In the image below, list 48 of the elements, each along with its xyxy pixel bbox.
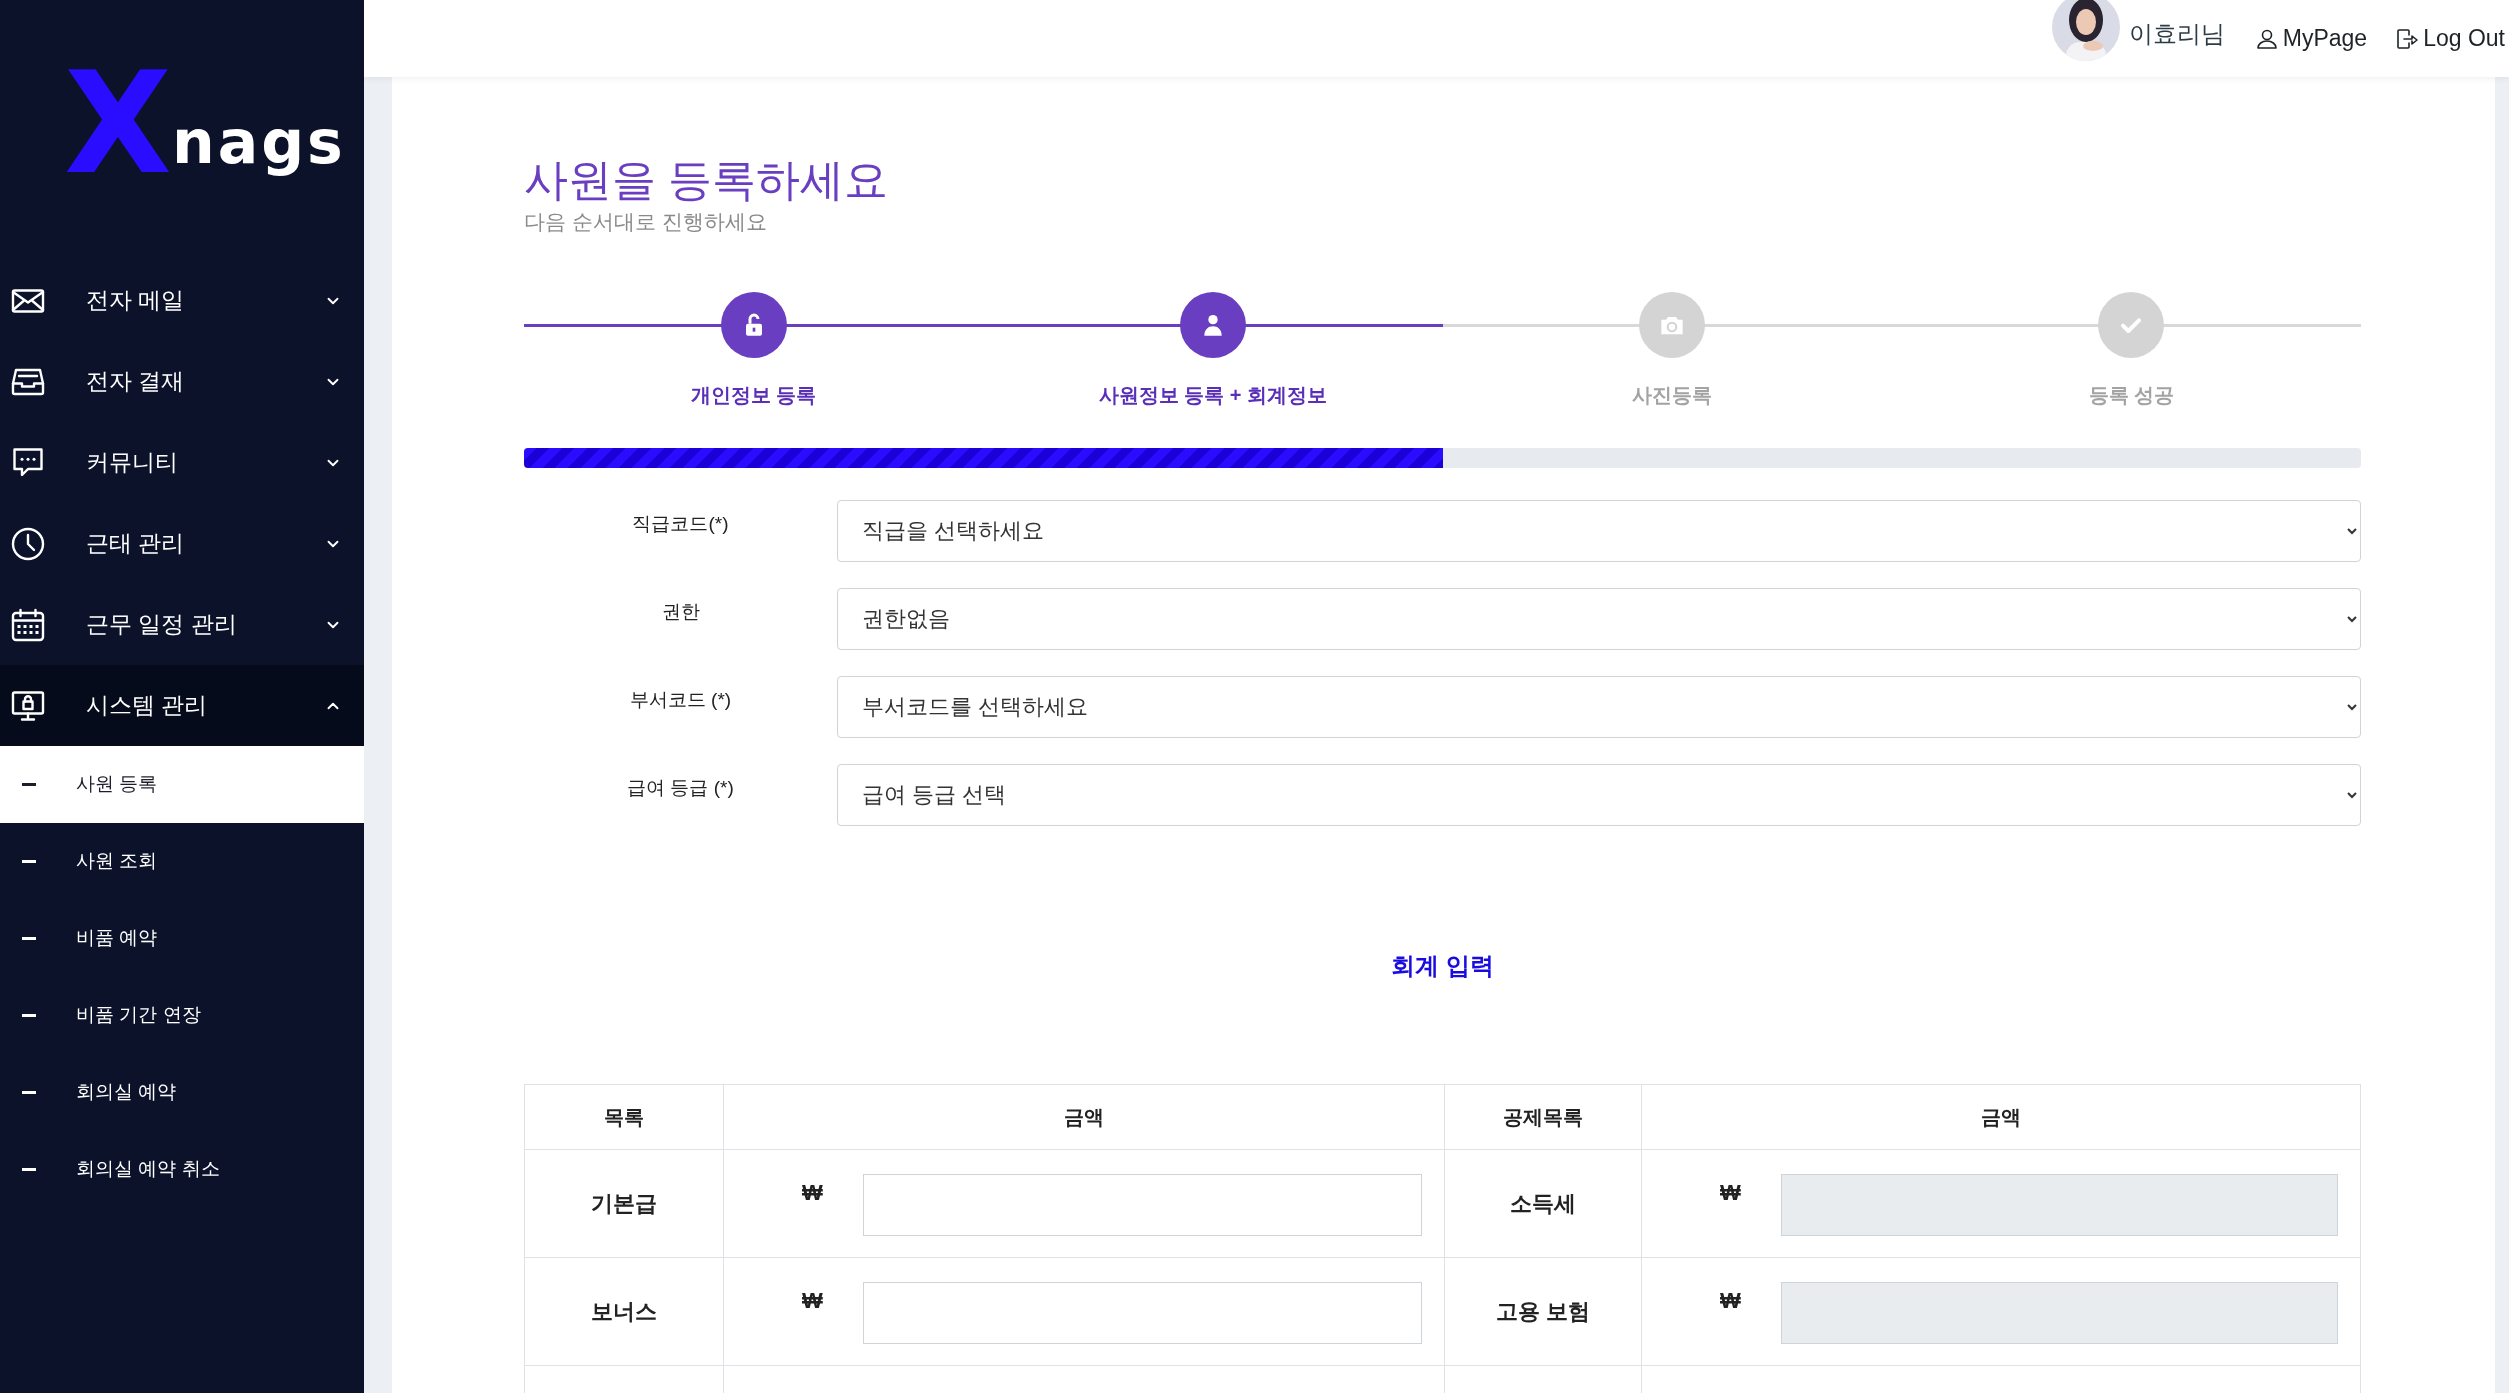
- select-field[interactable]: 권한없음: [837, 587, 2361, 650]
- field-label: 직급코드(*): [631, 511, 730, 536]
- select-field[interactable]: 급여 등급 선택: [837, 763, 2361, 826]
- menu-item[interactable]: 시스템 관리: [0, 665, 364, 746]
- menu-item[interactable]: 커뮤니티: [0, 422, 364, 503]
- menu-item[interactable]: 전자 결재: [0, 341, 364, 422]
- input-field[interactable]: [862, 1281, 1422, 1344]
- table-cell-text: 보너스: [590, 1297, 658, 1326]
- header-link[interactable]: Log Out: [2395, 21, 2505, 56]
- submenu-item[interactable]: 사원 조회: [0, 823, 364, 900]
- column-header: 공제목록: [1444, 1084, 1641, 1149]
- table-cell: 소득세: [1444, 1149, 1641, 1257]
- calendar-icon: [10, 606, 46, 643]
- page-title: 사원을 등록하세요: [524, 154, 890, 206]
- column-header: 목록: [603, 1104, 645, 1130]
- currency-symbol: ₩: [802, 1286, 823, 1315]
- select-field[interactable]: 부서코드를 선택하세요: [837, 675, 2361, 738]
- header-link[interactable]: MyPage: [2254, 21, 2368, 56]
- field-label: 급여 등급 (*): [626, 775, 735, 800]
- submenu-item[interactable]: 회의실 예약 취소: [0, 1131, 364, 1208]
- page-subtitle: 다음 순서대로 진행하세요: [524, 209, 768, 235]
- currency-symbol: ₩: [802, 1178, 823, 1207]
- table-cell-text: 기본급: [590, 1189, 658, 1218]
- field-label: 부서코드 (*): [628, 687, 733, 712]
- step-label: 개인정보 등록: [690, 382, 817, 408]
- currency-symbol: ₩: [1720, 1178, 1741, 1207]
- submenu-item[interactable]: 비품 예약: [0, 900, 364, 977]
- submenu-item[interactable]: 비품 기간 연장: [0, 977, 364, 1054]
- step-label: 등록 성공: [2088, 382, 2175, 408]
- field-label: 권한: [660, 599, 701, 624]
- submenu-item[interactable]: 사원 등록: [0, 746, 364, 823]
- step-label: 사원정보 등록 + 회계정보: [1098, 382, 1328, 408]
- select-field[interactable]: 직급을 선택하세요: [837, 499, 2361, 562]
- menu-item[interactable]: 근태 관리: [0, 503, 364, 584]
- input-field[interactable]: [862, 1173, 1422, 1236]
- step-label: 사진등록: [1632, 382, 1713, 408]
- column-header: 금액: [1641, 1084, 2360, 1149]
- logo[interactable]: Xnags: [64, 40, 346, 208]
- table-cell: 고용 보험: [1444, 1257, 1641, 1365]
- currency-symbol: ₩: [1720, 1286, 1741, 1315]
- menu-item[interactable]: 근무 일정 관리: [0, 584, 364, 665]
- logout-icon: [2395, 26, 2420, 51]
- user-name: 이효리님: [2128, 19, 2225, 49]
- clock-icon: [10, 525, 46, 562]
- submenu-item[interactable]: 회의실 예약: [0, 1054, 364, 1131]
- section-title: 회계 입력: [1391, 950, 1494, 981]
- column-header: 금액: [723, 1084, 1444, 1149]
- menu-item[interactable]: 전자 메일: [0, 260, 364, 341]
